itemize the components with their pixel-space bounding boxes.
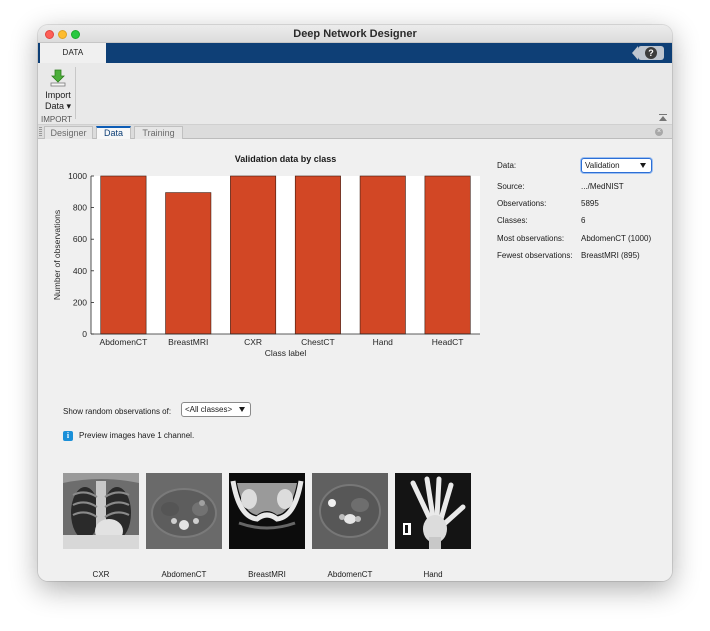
data-source-dropdown[interactable]: Validation: [581, 158, 652, 173]
info-key: Classes:: [497, 216, 528, 225]
y-tick-label: 200: [73, 297, 87, 307]
collapse-toolstrip-icon[interactable]: [659, 114, 667, 122]
show-random-text: Show random observations of:: [63, 407, 172, 416]
import-label-line2: Data ▾: [44, 101, 72, 111]
tab-designer[interactable]: Designer: [44, 126, 93, 139]
preview-caption: Hand: [423, 570, 443, 579]
preview-image-abdomenct-2: [312, 473, 388, 549]
ribbon-tab-data[interactable]: DATA: [40, 43, 106, 63]
y-tick-label: 400: [73, 266, 87, 276]
class-filter-value: <All classes>: [185, 405, 233, 414]
info-key: Fewest observations:: [497, 251, 573, 260]
class-filter-dropdown[interactable]: <All classes>: [181, 402, 251, 417]
group-separator: [75, 67, 76, 119]
import-label-line1: Import: [45, 90, 71, 100]
import-icon: [50, 69, 66, 87]
close-tab-icon[interactable]: ×: [655, 128, 663, 136]
help-button[interactable]: ?: [632, 46, 664, 60]
info-value: .../MedNIST: [581, 182, 624, 191]
bar: [100, 175, 147, 335]
chevron-down-icon: [239, 407, 245, 412]
chevron-down-icon: [640, 163, 646, 168]
info-key: Source:: [497, 182, 525, 191]
x-tick-label: HeadCT: [432, 337, 464, 347]
x-tick-label: ChestCT: [301, 337, 335, 347]
preview-image-breastmri: [229, 473, 305, 549]
bar: [424, 175, 471, 335]
info-value: 6: [581, 216, 586, 225]
bar: [230, 175, 277, 335]
info-icon: i: [63, 430, 73, 441]
preview-image-hand: [395, 473, 471, 549]
window-close-button[interactable]: [45, 30, 54, 39]
show-random-label: Show random observations of:: [63, 405, 171, 418]
window-minimize-button[interactable]: [58, 30, 67, 39]
info-value: 5895: [581, 199, 599, 208]
x-tick-label: CXR: [244, 337, 262, 347]
data-source-value: Validation: [585, 161, 620, 170]
x-tick-label: Hand: [373, 337, 394, 347]
tab-data[interactable]: Data: [96, 126, 131, 139]
grip-handle[interactable]: [39, 127, 42, 136]
help-icon: ?: [645, 47, 657, 59]
title-bar[interactable]: Deep Network Designer: [38, 25, 672, 43]
tab-training[interactable]: Training: [134, 126, 183, 139]
x-tick-label: AbdomenCT: [100, 337, 148, 347]
y-tick-label: 600: [73, 234, 87, 244]
bar: [359, 175, 406, 335]
info-value: AbdomenCT (1000): [581, 234, 652, 243]
bar: [294, 175, 341, 335]
app-window: Deep Network Designer DATA ? Import Data…: [38, 25, 672, 581]
x-tick-label: BreastMRI: [168, 337, 208, 347]
plot-area: [91, 176, 480, 334]
y-tick-label: 1000: [68, 171, 87, 181]
y-tick-label: 800: [73, 203, 87, 213]
y-tick-label: 0: [82, 329, 87, 339]
ribbon-toolstrip: Import Data ▾ IMPORT: [38, 63, 672, 125]
group-label-import: IMPORT: [41, 115, 72, 124]
x-axis-label: Class label: [265, 348, 307, 358]
document-tab-bar: Designer Data Training ×: [38, 125, 672, 139]
info-key: Most observations:: [497, 234, 565, 243]
window-title: Deep Network Designer: [293, 28, 417, 40]
import-data-button[interactable]: Import Data ▾: [42, 67, 74, 113]
preview-image-abdomenct-1: [146, 473, 222, 549]
preview-note-text: Preview images have 1 channel.: [79, 431, 195, 440]
data-view: Validation data by class AbdomenCT BreastM…: [38, 140, 672, 581]
ribbon-tab-strip: DATA ?: [38, 43, 672, 63]
y-axis-label: Number of observations: [52, 210, 62, 300]
class-distribution-chart: Validation data by class AbdomenCT BreastM…: [52, 154, 480, 358]
info-key: Observations:: [497, 199, 547, 208]
info-data-label: Data:: [497, 161, 517, 170]
preview-image-cxr: [63, 473, 139, 549]
preview-note: i Preview images have 1 channel.: [63, 430, 194, 442]
bar: [165, 192, 212, 335]
window-maximize-button[interactable]: [71, 30, 80, 39]
info-value: BreastMRI (895): [581, 251, 640, 260]
chart-title: Validation data by class: [235, 154, 337, 164]
